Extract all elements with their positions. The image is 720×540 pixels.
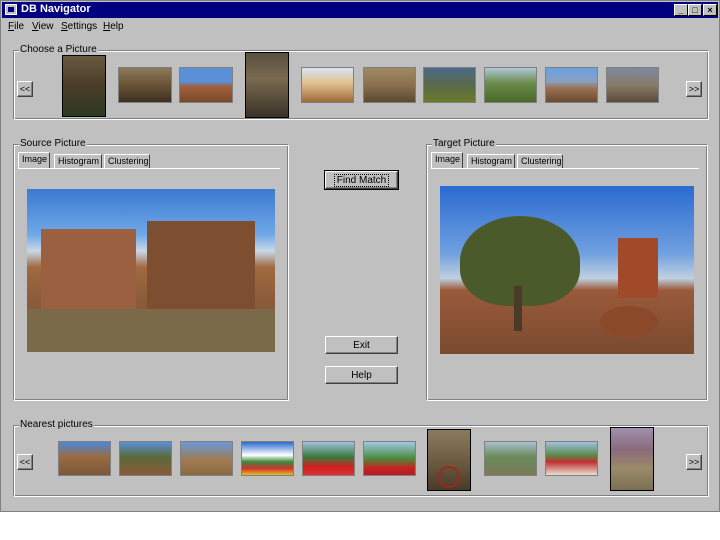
minimize-button[interactable]: _	[674, 4, 688, 16]
minimize-icon: _	[678, 5, 684, 15]
source-picture-label: Source Picture	[19, 138, 87, 149]
thumbnail[interactable]	[484, 441, 537, 476]
butte	[618, 238, 658, 298]
thumbnail[interactable]	[363, 67, 416, 103]
thumbnail[interactable]	[545, 441, 598, 476]
target-tab-histogram[interactable]: Histogram	[467, 154, 515, 168]
maximize-icon: □	[692, 5, 698, 15]
wagon-wheel-icon	[438, 466, 460, 488]
source-tab-divider	[18, 168, 280, 169]
nearest-next-button[interactable]: >>	[686, 454, 702, 470]
ruin-wall-left	[41, 229, 136, 309]
thumbnail[interactable]	[545, 67, 598, 103]
double-left-arrow-icon: <<	[19, 457, 31, 467]
menu-settings[interactable]: Settings	[61, 21, 97, 32]
exit-button[interactable]: Exit	[325, 336, 398, 354]
nearest-prev-button[interactable]: <<	[17, 454, 33, 470]
nearest-pictures-group: Nearest pictures	[13, 419, 709, 497]
help-label: Help	[351, 369, 372, 381]
help-button[interactable]: Help	[325, 366, 398, 384]
thumbnail[interactable]	[302, 441, 355, 476]
thumbnail[interactable]	[610, 427, 654, 491]
choose-prev-button[interactable]: <<	[17, 81, 33, 97]
source-image	[27, 189, 275, 352]
source-tab-image[interactable]: Image	[18, 152, 50, 168]
menu-help[interactable]: Help	[103, 21, 124, 32]
thumbnail[interactable]	[423, 67, 476, 103]
tab-label: Histogram	[471, 156, 513, 166]
tab-label: Clustering	[521, 156, 562, 166]
menu-view[interactable]: View	[32, 21, 54, 32]
target-tab-clustering[interactable]: Clustering	[517, 154, 563, 168]
thumbnail[interactable]	[179, 67, 233, 103]
app-icon[interactable]	[5, 4, 17, 15]
choose-next-button[interactable]: >>	[686, 81, 702, 97]
target-tab-divider	[431, 168, 699, 169]
thumbnail[interactable]	[62, 55, 106, 117]
source-tab-clustering[interactable]: Clustering	[104, 154, 150, 168]
ruin-wall-right	[147, 221, 255, 319]
thumbnail[interactable]	[119, 441, 172, 476]
close-button[interactable]: ×	[703, 4, 717, 16]
thumbnail[interactable]	[245, 52, 289, 118]
ground	[27, 309, 275, 352]
find-match-label: Find Match	[333, 173, 390, 187]
double-right-arrow-icon: >>	[688, 84, 700, 94]
tree-trunk	[514, 286, 522, 331]
boulder	[600, 306, 658, 338]
thumbnail[interactable]	[484, 67, 537, 103]
thumbnail[interactable]	[118, 67, 172, 103]
double-left-arrow-icon: <<	[19, 84, 31, 94]
thumbnail[interactable]	[363, 441, 416, 476]
thumbnail[interactable]	[427, 429, 471, 491]
target-picture-label: Target Picture	[432, 138, 496, 149]
tab-label: Image	[435, 154, 461, 164]
thumbnail[interactable]	[241, 441, 294, 476]
window-title: DB Navigator	[21, 3, 91, 15]
tab-label: Histogram	[58, 156, 100, 166]
maximize-button[interactable]: □	[688, 4, 702, 16]
choose-picture-label: Choose a Picture	[19, 44, 98, 55]
exit-label: Exit	[353, 339, 370, 351]
target-tab-image[interactable]: Image	[431, 152, 463, 168]
tab-label: Clustering	[108, 156, 149, 166]
title-bar[interactable]: DB Navigator _ □ ×	[2, 2, 718, 18]
source-tab-histogram[interactable]: Histogram	[54, 154, 102, 168]
nearest-pictures-label: Nearest pictures	[19, 419, 94, 430]
menu-file[interactable]: File	[8, 21, 24, 32]
close-icon: ×	[707, 5, 713, 15]
thumbnail[interactable]	[58, 441, 111, 476]
find-match-button[interactable]: Find Match	[324, 170, 399, 190]
thumbnail[interactable]	[180, 441, 233, 476]
app-window: DB Navigator _ □ × File View Settings He…	[0, 0, 720, 512]
target-image	[440, 186, 694, 354]
double-right-arrow-icon: >>	[688, 457, 700, 467]
thumbnail[interactable]	[606, 67, 659, 103]
thumbnail[interactable]	[301, 67, 354, 103]
tab-label: Image	[22, 154, 48, 164]
